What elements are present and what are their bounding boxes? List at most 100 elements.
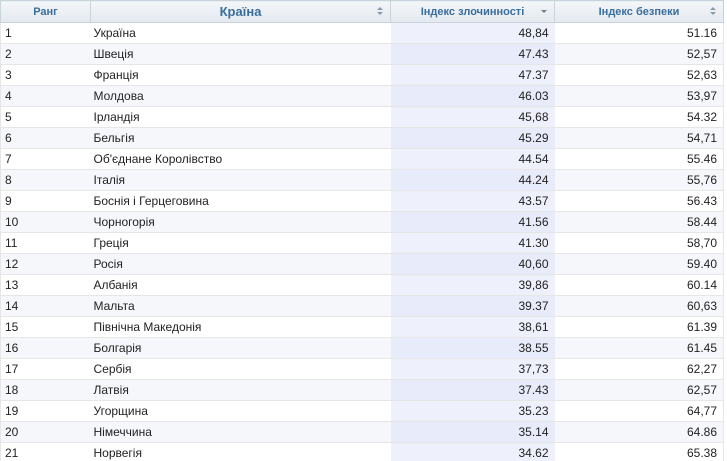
- table-row: 5 Ірландія 45,68 54.32: [0, 106, 724, 128]
- safety-index-cell: 64.86: [554, 421, 724, 443]
- country-cell: Сербія: [90, 358, 391, 380]
- rank-cell: 18: [0, 379, 91, 401]
- rank-cell: 1: [0, 22, 91, 44]
- crime-index-cell: 37.43: [390, 379, 555, 401]
- table-row: 10 Чорногорія 41.56 58.44: [0, 211, 724, 233]
- column-header-country[interactable]: Країна: [90, 0, 391, 23]
- table-row: 4 Молдова 46.03 53,97: [0, 85, 724, 107]
- crime-index-cell: 38,61: [390, 316, 555, 338]
- safety-index-cell: 56.43: [554, 190, 724, 212]
- safety-index-cell: 58.44: [554, 211, 724, 233]
- crime-index-cell: 35.23: [390, 400, 555, 422]
- rank-cell: 17: [0, 358, 91, 380]
- crime-index-cell: 47.37: [390, 64, 555, 86]
- country-cell: Угорщина: [90, 400, 391, 422]
- safety-index-cell: 61.39: [554, 316, 724, 338]
- country-cell: Чорногорія: [90, 211, 391, 233]
- rank-cell: 8: [0, 169, 91, 191]
- rank-cell: 6: [0, 127, 91, 149]
- country-cell: Швеція: [90, 43, 391, 65]
- rank-cell: 11: [0, 232, 91, 254]
- country-cell: Норвегія: [90, 442, 391, 461]
- country-cell: Північна Македонія: [90, 316, 391, 338]
- rank-cell: 12: [0, 253, 91, 275]
- crime-index-cell: 41.30: [390, 232, 555, 254]
- sort-both-icon: [377, 6, 383, 16]
- country-cell: Албанія: [90, 274, 391, 296]
- country-cell: Об'єднане Королівство: [90, 148, 391, 170]
- country-cell: Росія: [90, 253, 391, 275]
- safety-index-cell: 60,63: [554, 295, 724, 317]
- safety-index-cell: 54.32: [554, 106, 724, 128]
- table-row: 16 Болгарія 38.55 61.45: [0, 337, 724, 359]
- crime-index-cell: 46.03: [390, 85, 555, 107]
- rank-cell: 15: [0, 316, 91, 338]
- sort-both-icon: [710, 6, 716, 16]
- country-cell: Німеччина: [90, 421, 391, 443]
- safety-index-cell: 53,97: [554, 85, 724, 107]
- country-cell: Італія: [90, 169, 391, 191]
- header-row: Ранг Країна Індекс злочинності Індекс бе…: [0, 0, 724, 23]
- rank-cell: 9: [0, 190, 91, 212]
- crime-index-cell: 38.55: [390, 337, 555, 359]
- safety-index-cell: 58,70: [554, 232, 724, 254]
- crime-index-cell: 39.37: [390, 295, 555, 317]
- rank-cell: 20: [0, 421, 91, 443]
- table-row: 6 Бельгія 45.29 54,71: [0, 127, 724, 149]
- safety-index-cell: 54,71: [554, 127, 724, 149]
- country-cell: Боснія і Герцеговина: [90, 190, 391, 212]
- column-header-safety-index-label: Індекс безпеки: [598, 5, 680, 18]
- rank-cell: 13: [0, 274, 91, 296]
- safety-index-cell: 55,76: [554, 169, 724, 191]
- rank-cell: 14: [0, 295, 91, 317]
- crime-index-cell: 34.62: [390, 442, 555, 461]
- crime-index-cell: 45,68: [390, 106, 555, 128]
- rank-cell: 21: [0, 442, 91, 461]
- safety-index-cell: 51.16: [554, 22, 724, 44]
- safety-index-cell: 60.14: [554, 274, 724, 296]
- column-header-crime-index[interactable]: Індекс злочинності: [390, 0, 555, 23]
- table-row: 14 Мальта 39.37 60,63: [0, 295, 724, 317]
- rank-cell: 5: [0, 106, 91, 128]
- country-cell: Греція: [90, 232, 391, 254]
- table-row: 20 Німеччина 35.14 64.86: [0, 421, 724, 443]
- country-cell: Молдова: [90, 85, 391, 107]
- rank-cell: 10: [0, 211, 91, 233]
- column-header-country-label: Країна: [219, 4, 262, 19]
- table-row: 1 Україна 48,84 51.16: [0, 22, 724, 44]
- table-row: 3 Франція 47.37 52,63: [0, 64, 724, 86]
- safety-index-cell: 59.40: [554, 253, 724, 275]
- crime-index-table: Ранг Країна Індекс злочинності Індекс бе…: [0, 0, 724, 461]
- rank-cell: 2: [0, 43, 91, 65]
- crime-index-cell: 43.57: [390, 190, 555, 212]
- safety-index-cell: 64,77: [554, 400, 724, 422]
- crime-index-cell: 37,73: [390, 358, 555, 380]
- crime-index-cell: 40,60: [390, 253, 555, 275]
- crime-index-cell: 48,84: [390, 22, 555, 44]
- table-row: 21 Норвегія 34.62 65.38: [0, 442, 724, 461]
- table-row: 19 Угорщина 35.23 64,77: [0, 400, 724, 422]
- table-row: 11 Греція 41.30 58,70: [0, 232, 724, 254]
- table-row: 9 Боснія і Герцеговина 43.57 56.43: [0, 190, 724, 212]
- column-header-crime-index-label: Індекс злочинності: [420, 5, 525, 18]
- table-header: Ранг Країна Індекс злочинності Індекс бе…: [0, 0, 724, 23]
- rank-cell: 3: [0, 64, 91, 86]
- table-row: 8 Італія 44.24 55,76: [0, 169, 724, 191]
- column-header-safety-index[interactable]: Індекс безпеки: [554, 0, 724, 23]
- sort-descending-icon: [541, 6, 547, 16]
- safety-index-cell: 65.38: [554, 442, 724, 461]
- crime-index-cell: 35.14: [390, 421, 555, 443]
- country-cell: Латвія: [90, 379, 391, 401]
- table-body: 1 Україна 48,84 51.16 2 Швеція 47.43 52,57 3 Фран…: [0, 22, 724, 461]
- safety-index-cell: 52,63: [554, 64, 724, 86]
- table-row: 17 Сербія 37,73 62,27: [0, 358, 724, 380]
- crime-index-cell: 45.29: [390, 127, 555, 149]
- column-header-rank[interactable]: Ранг: [0, 0, 91, 23]
- table-row: 7 Об'єднане Королівство 44.54 55.46: [0, 148, 724, 170]
- rank-cell: 16: [0, 337, 91, 359]
- table-row: 12 Росія 40,60 59.40: [0, 253, 724, 275]
- crime-index-cell: 41.56: [390, 211, 555, 233]
- country-cell: Мальта: [90, 295, 391, 317]
- column-header-rank-label: Ранг: [33, 5, 58, 18]
- crime-index-cell: 44.54: [390, 148, 555, 170]
